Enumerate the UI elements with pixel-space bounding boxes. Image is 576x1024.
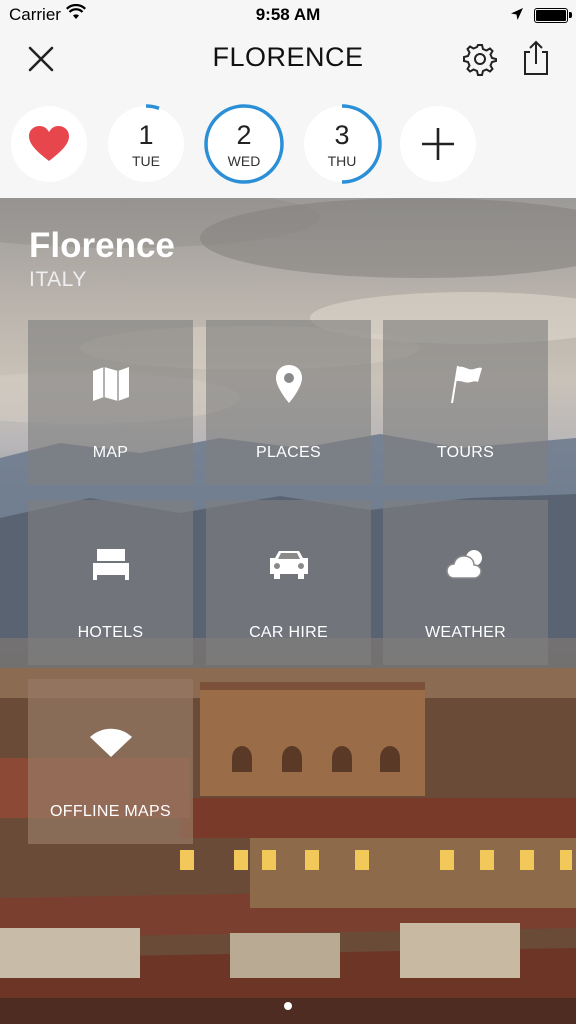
places-tile[interactable]: PLACES [206,320,371,485]
tile-label: MAP [92,444,129,461]
add-day-button[interactable] [400,106,476,182]
day-1-button[interactable]: 1 TUE [108,104,184,182]
day-number: 3 [334,120,350,150]
offline-maps-tile[interactable]: OFFLINE MAPS [28,679,193,844]
car-hire-tile[interactable]: CAR HIRE [206,500,371,665]
gear-icon[interactable] [462,41,498,77]
tile-label: PLACES [256,444,321,461]
clock: 9:58 AM [255,5,321,24]
bed-icon [28,542,193,586]
day-selector: 1 TUE 2 WED 3 THU [0,90,576,198]
day-weekday: WED [227,153,261,169]
city-name: Florence [29,226,175,265]
page-dot-active [284,1002,292,1010]
tile-label: HOTELS [77,624,144,641]
location-arrow-icon [510,6,524,26]
status-bar: Carrier 9:58 AM [0,0,576,30]
hotels-tile[interactable]: HOTELS [28,500,193,665]
share-icon[interactable] [520,40,552,76]
battery-icon [534,8,572,23]
day-number: 2 [236,120,252,150]
tours-tile[interactable]: TOURS [383,320,548,485]
day-weekday: THU [327,153,357,169]
country-name: ITALY [29,268,87,291]
heart-icon [11,106,87,182]
flag-icon [383,362,548,406]
day-weekday: TUE [132,153,160,169]
day-number: 1 [138,120,154,150]
navigation-bar: FLORENCE [0,30,576,90]
plus-icon [400,106,476,182]
tile-label: OFFLINE MAPS [50,803,171,820]
day-3-button[interactable]: 3 THU [304,104,382,184]
tile-label: TOURS [436,444,495,461]
car-icon [206,542,371,586]
day-2-button[interactable]: 2 WED [204,104,284,184]
wifi-icon [28,721,193,765]
weather-tile[interactable]: WEATHER [383,500,548,665]
tile-label: CAR HIRE [249,624,328,641]
map-icon [28,362,193,406]
map-tile[interactable]: MAP [28,320,193,485]
tile-label: WEATHER [425,624,506,641]
location-pin-icon [206,362,371,406]
favorites-button[interactable] [11,106,87,182]
page-indicator [0,997,576,1015]
cloud-sun-icon [383,542,548,586]
city-hero: Florence ITALY MAP PLACES TOURS HOTELS C… [0,198,576,1024]
